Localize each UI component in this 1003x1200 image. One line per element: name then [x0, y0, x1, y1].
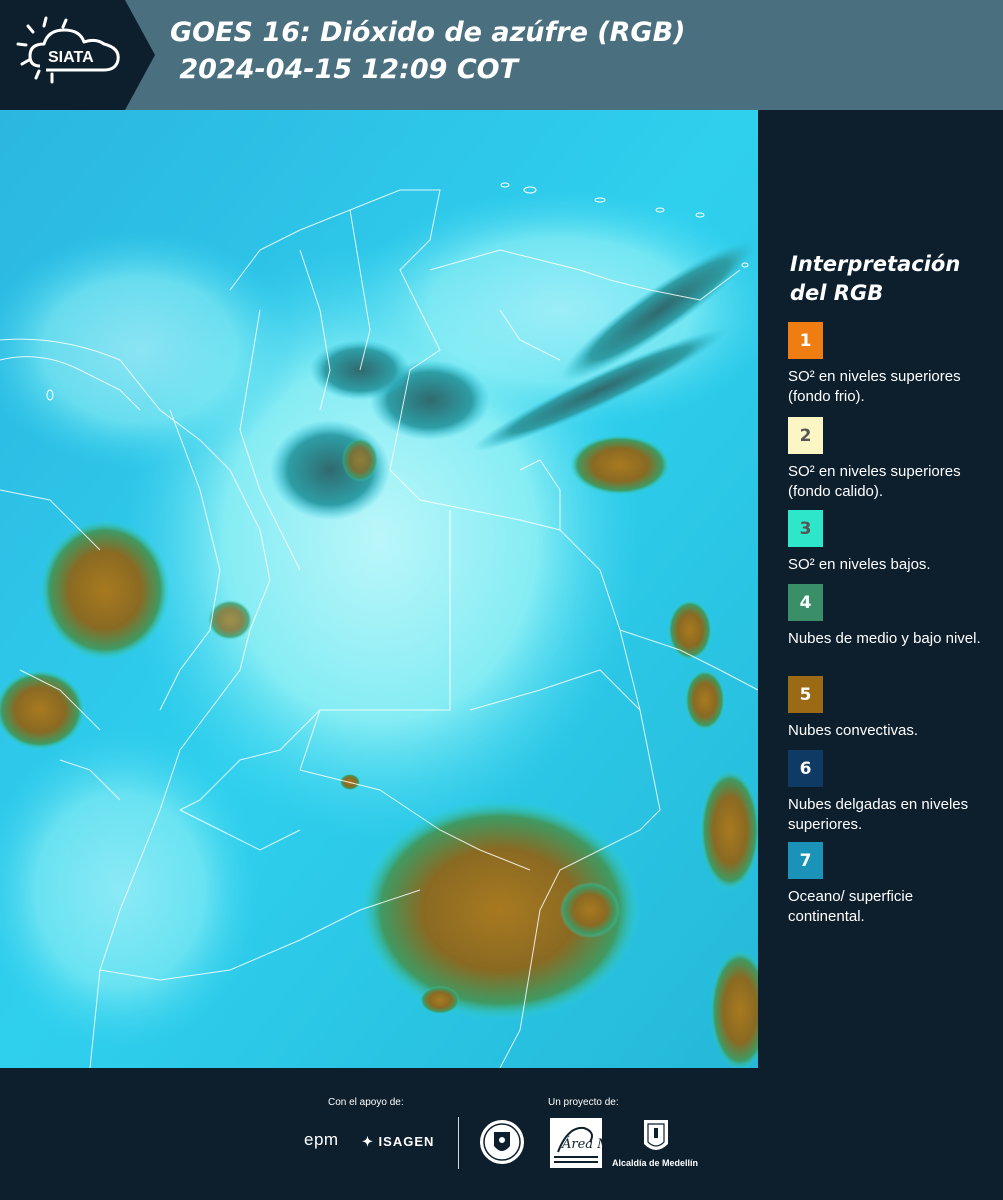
legend-swatch-1: 1 — [788, 322, 823, 359]
support-label: Con el apoyo de: — [328, 1097, 404, 1108]
alcaldia-logo-text: Alcaldía de Medellín — [612, 1158, 699, 1168]
siata-logo: SIATA — [0, 0, 155, 110]
legend-swatch-2: 2 — [788, 417, 823, 454]
legend-item-5: 5 Nubes convectivas. — [788, 676, 988, 741]
legend-text-4: Nubes de medio y bajo nivel. — [788, 630, 981, 647]
satellite-map — [0, 110, 758, 1068]
legend-title: Interpretación del RGB — [790, 252, 961, 305]
legend-item-1: 1 SO² en niveles superiores (fondo frio)… — [788, 322, 988, 407]
legend-swatch-4: 4 — [788, 584, 823, 621]
legend-item-2: 2 SO² en niveles superiores (fondo calid… — [788, 417, 988, 502]
area-metropolitana-logo-text: Área Metropolitana Valle de Aburrá — [561, 1136, 602, 1152]
legend-text-6: Nubes delgadas en niveles superiores. — [788, 796, 969, 833]
area-metropolitana-logo: Área Metropolitana Valle de Aburrá — [550, 1118, 798, 1173]
header-band: SIATA GOES 16: Dióxido de azúfre (RGB) 2… — [0, 0, 1003, 110]
legend-item-7: 7 Oceano/ superficie continental. — [788, 842, 988, 927]
legend-text-3: SO² en niveles bajos. — [788, 556, 931, 573]
footer-divider — [458, 1117, 459, 1169]
legend-text-2: SO² en niveles superiores (fondo calido)… — [788, 463, 961, 500]
legend-item-6: 6 Nubes delgadas en niveles superiores. — [788, 750, 988, 835]
isagen-icon: ✦ — [362, 1134, 374, 1149]
page-title: GOES 16: Dióxido de azúfre (RGB) 2024-04… — [170, 17, 686, 85]
siata-logo-text: SIATA — [48, 49, 94, 66]
legend-swatch-7: 7 — [788, 842, 823, 879]
legend-swatch-5: 5 — [788, 676, 823, 713]
isagen-logo: ✦ ISAGEN — [362, 1134, 434, 1150]
alcaldia-shield-icon — [612, 1118, 700, 1161]
legend-text-1: SO² en niveles superiores (fondo frio). — [788, 368, 961, 405]
epm-logo: epm — [304, 1130, 339, 1149]
legend-text-7: Oceano/ superficie continental. — [788, 888, 914, 925]
legend-item-3: 3 SO² en niveles bajos. — [788, 510, 988, 575]
legend-swatch-3: 3 — [788, 510, 823, 547]
legend-swatch-6: 6 — [788, 750, 823, 787]
medellin-seal-icon — [478, 1118, 526, 1171]
project-label: Un proyecto de: — [548, 1097, 619, 1108]
legend-text-5: Nubes convectivas. — [788, 722, 919, 739]
legend-item-4: 4 Nubes de medio y bajo nivel. — [788, 584, 988, 649]
isagen-logo-text: ISAGEN — [378, 1134, 435, 1149]
